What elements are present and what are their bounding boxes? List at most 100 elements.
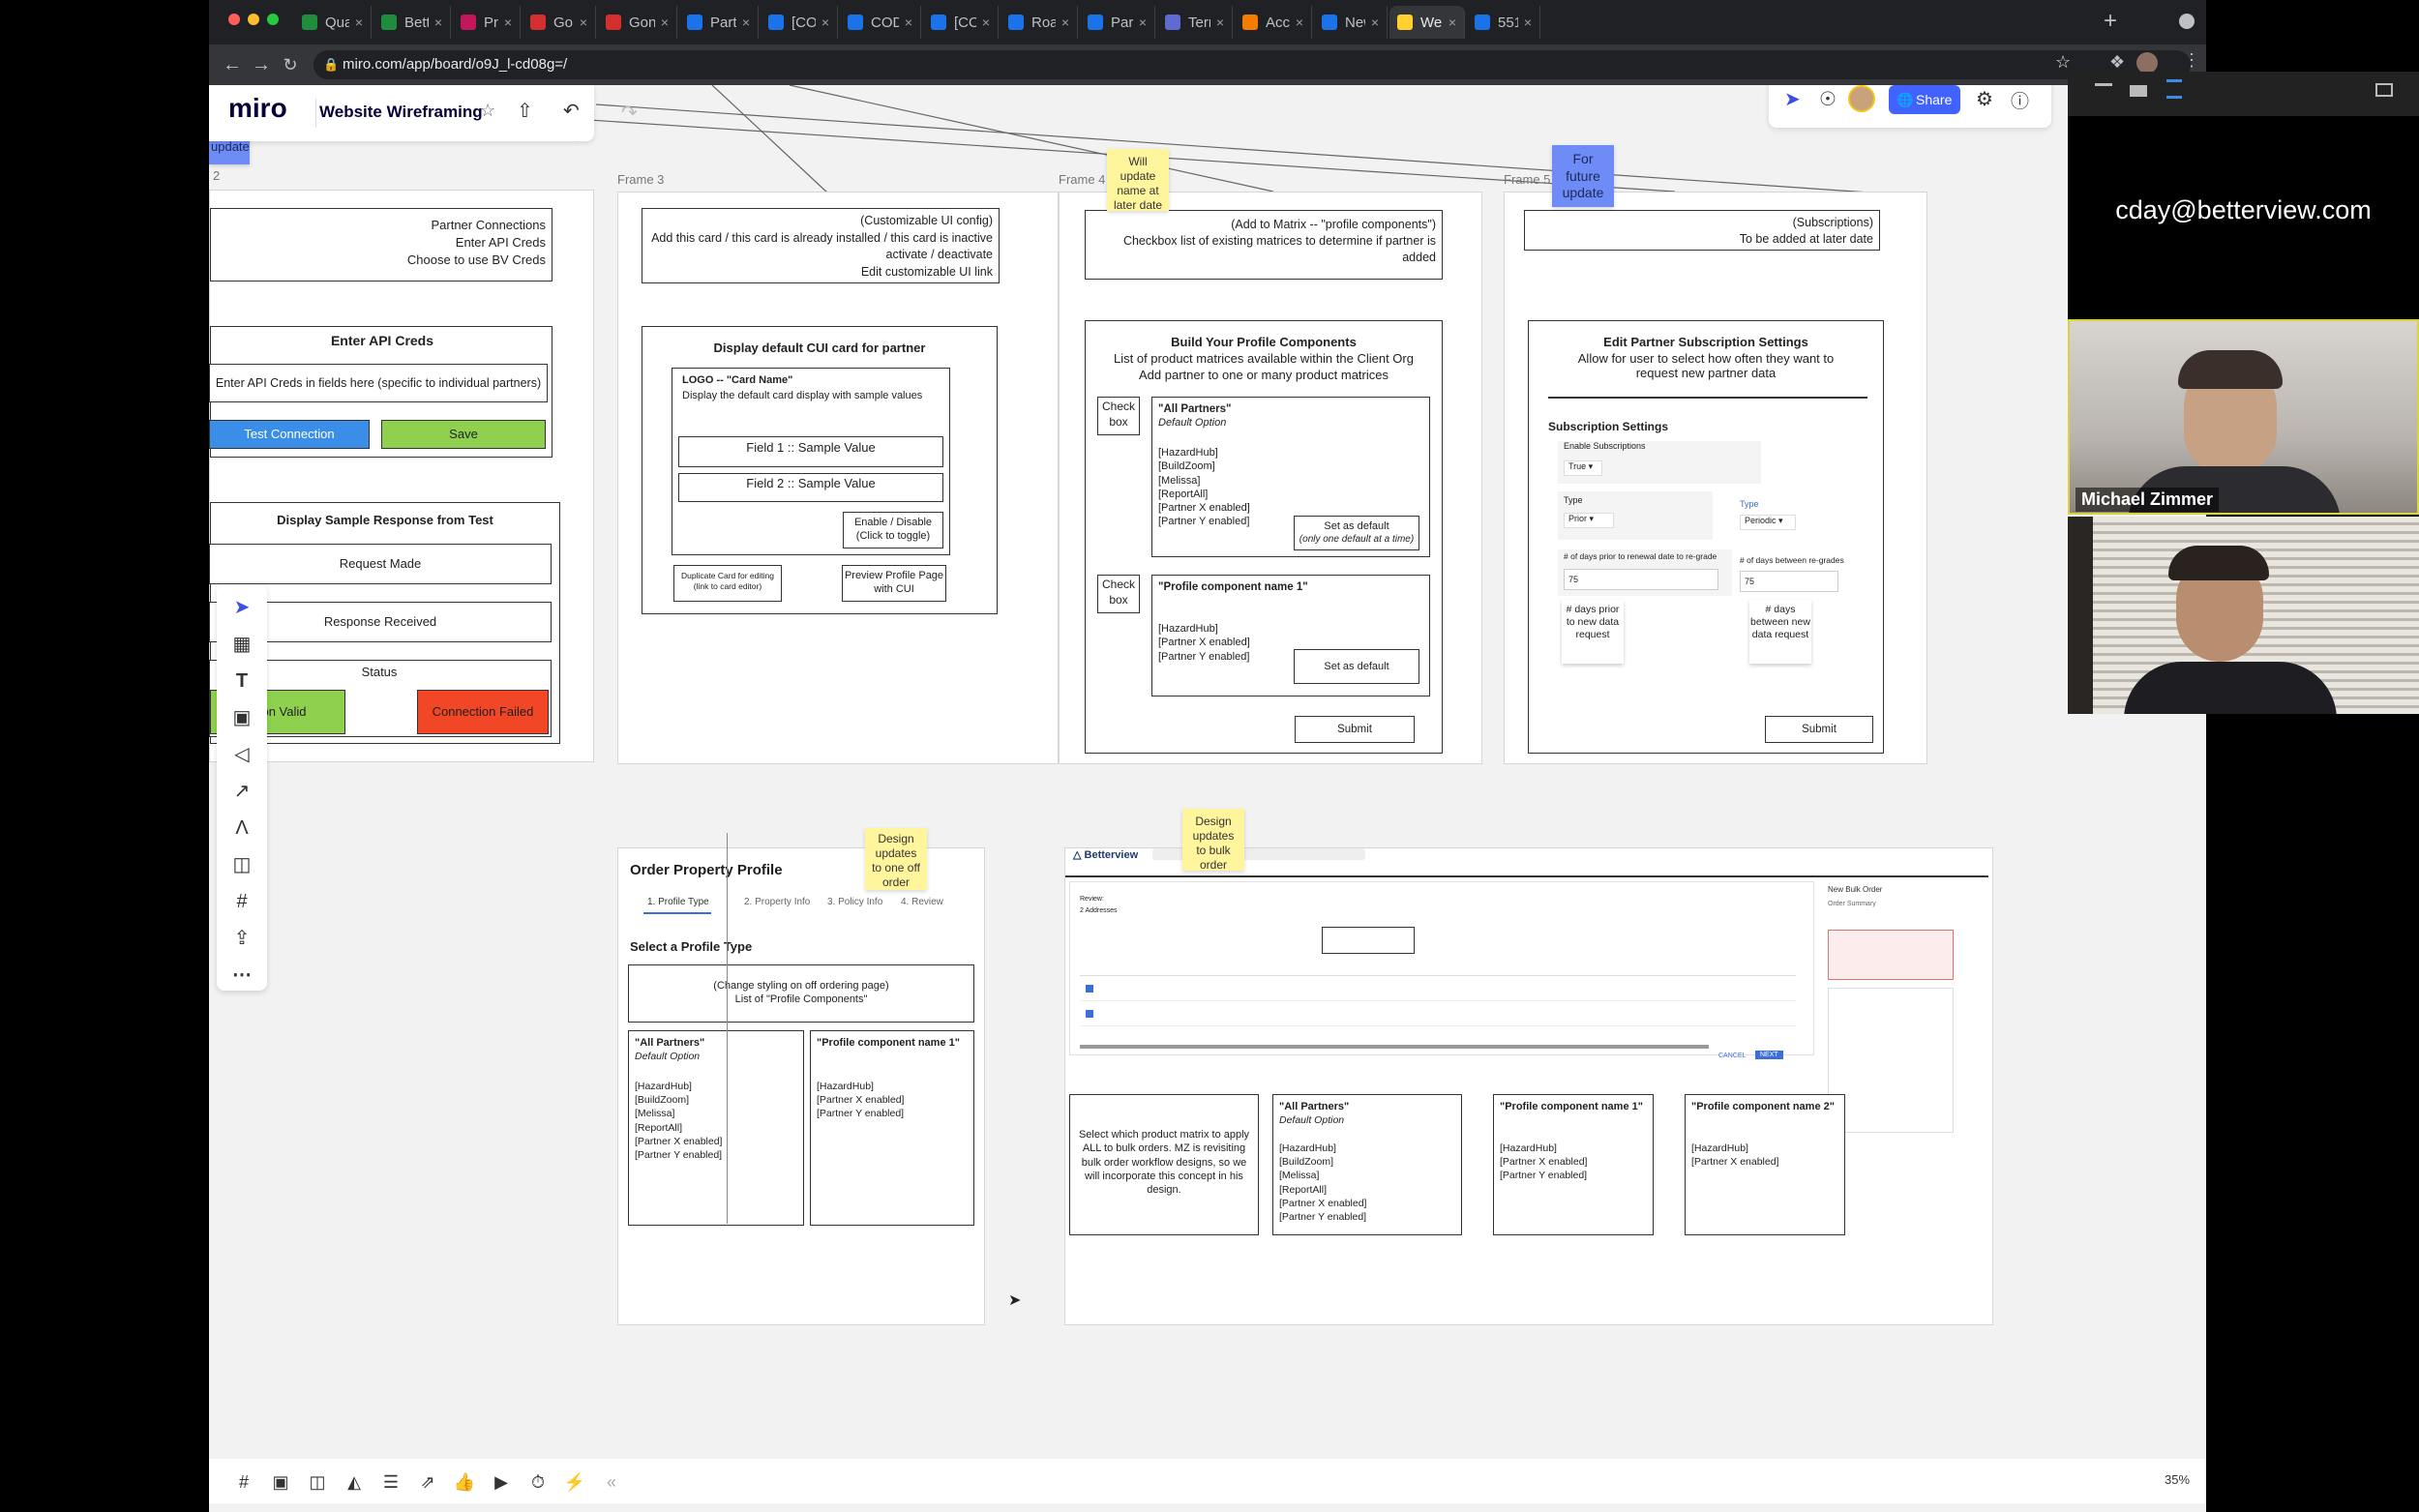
templates-icon[interactable]: ▦ (217, 627, 267, 662)
tab-policy-info[interactable]: 3. Policy Info (827, 897, 882, 907)
browser-tab[interactable]: Betterview× (373, 6, 451, 39)
design-bulk-order-sticky[interactable]: Design updates to bulk order (1182, 809, 1244, 872)
pen-tool-icon[interactable]: Λ (217, 811, 267, 845)
gallery-view-icon[interactable] (2375, 83, 2393, 97)
browser-tab[interactable]: PartnerHu× (679, 6, 759, 39)
board-title[interactable]: Website Wireframing (319, 103, 483, 122)
tab-close-icon[interactable]: × (429, 15, 442, 30)
tab-close-icon[interactable]: × (899, 15, 912, 30)
connection-failed-button[interactable]: Connection Failed (417, 690, 549, 734)
order-all-partners-card[interactable]: "All Partners" Default Option [HazardHub… (628, 1030, 804, 1226)
browser-tab[interactable]: PartnerHu× (1080, 6, 1155, 39)
address-field[interactable]: 🔒 miro.com/app/board/o9J_l-cd08g=/ (314, 50, 2191, 79)
tab-close-icon[interactable]: × (1290, 15, 1303, 30)
will-update-name-sticky[interactable]: Will update name at later date (1107, 149, 1169, 212)
browser-tab[interactable]: Projects -× (453, 6, 521, 39)
tab-close-icon[interactable]: × (1133, 15, 1147, 30)
enable-subs-select[interactable]: True ▾ (1564, 460, 1602, 476)
video-view-icon[interactable] (2130, 85, 2147, 97)
back-arrow-icon[interactable]: ← (219, 50, 246, 79)
help-icon[interactable]: ⓘ (2011, 87, 2029, 113)
type2-select[interactable]: Periodic ▾ (1740, 515, 1796, 530)
all-partners-checkbox[interactable]: Check box (1097, 397, 1140, 435)
comment-tool-icon[interactable]: ◫ (217, 847, 267, 882)
settings-sliders-icon[interactable]: ⚙ (1976, 87, 1993, 111)
browser-menu-icon[interactable]: ⋮ (2183, 50, 2200, 71)
tab-close-icon[interactable]: × (1365, 15, 1379, 30)
browser-tab[interactable]: Quarterly× (294, 6, 372, 39)
frame-4[interactable]: (Add to Matrix -- "profile components") … (1059, 192, 1482, 764)
tab-close-icon[interactable]: × (976, 15, 990, 30)
tab-close-icon[interactable]: × (349, 15, 363, 30)
collaborator-avatar[interactable] (1848, 85, 1875, 112)
sticky-note-icon[interactable]: ▣ (217, 700, 267, 735)
browser-tab[interactable]: CODE boa× (840, 6, 921, 39)
bulk-all-partners-card[interactable]: "All Partners" Default Option [HazardHub… (1272, 1094, 1462, 1235)
order-property-profile-frame[interactable]: Order Property Profile 1. Profile Type 2… (617, 833, 985, 1325)
submit-button[interactable]: Submit (1295, 716, 1415, 743)
api-creds-input[interactable]: Enter API Creds in fields here (specific… (209, 364, 548, 402)
new-tab-icon[interactable]: + (2104, 8, 2117, 35)
browser-tab[interactable]: Accurate× (1235, 6, 1312, 39)
browser-tab[interactable]: [CODE-25× (923, 6, 999, 39)
browser-tab[interactable]: Website W× (1389, 6, 1465, 39)
browser-tab[interactable]: Roadmap× (1000, 6, 1078, 39)
frame-3[interactable]: (Customizable UI config) Add this card /… (617, 192, 1059, 764)
bulk-order-frame[interactable]: △ Betterview Review: 2 Addresses CANCEL … (1064, 847, 1993, 1325)
bulk-component-2-card[interactable]: "Profile component name 2" [HazardHub] [P… (1685, 1094, 1845, 1235)
tab-close-icon[interactable]: × (498, 15, 512, 30)
minimize-window-dot[interactable] (248, 14, 259, 25)
redo-icon[interactable]: ↷ (621, 101, 638, 125)
miro-logo[interactable]: miro (228, 93, 287, 124)
component-1-checkbox[interactable]: Check box (1097, 575, 1140, 613)
reload-icon[interactable]: ↻ (277, 50, 304, 79)
tab-close-icon[interactable]: × (816, 15, 829, 30)
minimize-video-icon[interactable] (2095, 83, 2112, 86)
tab-close-icon[interactable]: × (1443, 15, 1456, 30)
extensions-icon[interactable]: ❖ (2109, 52, 2125, 73)
speaker-view-icon[interactable] (2166, 79, 2182, 99)
cards-icon[interactable]: ☰ (379, 1470, 403, 1494)
apps-icon[interactable]: ⚡ (563, 1470, 586, 1494)
order-component-1-card[interactable]: "Profile component name 1" [HazardHub] [P… (810, 1030, 974, 1226)
shape-tool-icon[interactable]: ◁ (217, 737, 267, 772)
tab-close-icon[interactable]: × (1210, 15, 1224, 30)
profile-avatar[interactable] (2136, 52, 2158, 74)
preview-profile-button[interactable]: Preview Profile Page with CUI (842, 565, 946, 602)
reactions-icon[interactable]: 👍 (453, 1470, 476, 1494)
type-select[interactable]: Prior ▾ (1564, 513, 1614, 528)
star-icon[interactable]: ☆ (480, 101, 495, 121)
tab-close-icon[interactable]: × (655, 15, 669, 30)
chat-icon[interactable]: ◭ (343, 1470, 366, 1494)
select-tool-icon[interactable]: ➤ (217, 590, 267, 625)
zoom-level[interactable]: 35% (2148, 1459, 2206, 1501)
days-between-input[interactable]: 75 (1740, 571, 1838, 592)
close-window-dot[interactable] (228, 14, 240, 25)
forward-arrow-icon[interactable]: → (248, 50, 275, 79)
more-tools-icon[interactable]: ⋯ (217, 958, 267, 993)
share-button[interactable]: 🌐 Share (1889, 85, 1960, 114)
browser-tab[interactable]: [CODE-23× (761, 6, 838, 39)
browser-tab[interactable]: 55104× (1467, 6, 1540, 39)
bookmark-star-icon[interactable]: ☆ (2055, 52, 2071, 73)
set-default-button[interactable]: Set as default (only one default at a ti… (1294, 516, 1419, 550)
bulk-cancel-link[interactable]: CANCEL (1718, 1052, 1746, 1059)
tab-close-icon[interactable]: × (1056, 15, 1069, 30)
collapse-icon[interactable]: « (600, 1470, 623, 1494)
browser-tab[interactable]: New Orde× (1314, 6, 1388, 39)
tab-profile-type[interactable]: 1. Profile Type (647, 897, 709, 907)
bulk-component-1-card[interactable]: "Profile component name 1" [HazardHub] [P… (1493, 1094, 1654, 1235)
tab-review[interactable]: 4. Review (901, 897, 943, 907)
timer-icon[interactable]: ⏱ (526, 1470, 550, 1494)
cursor-follow-icon[interactable]: ➤ (1784, 87, 1801, 111)
share-screen-icon[interactable]: ⇗ (416, 1470, 439, 1494)
frame-tool-icon[interactable]: # (217, 884, 267, 919)
upload-tool-icon[interactable]: ⇪ (217, 921, 267, 956)
browser-tab[interactable]: Gong | Ad× (598, 6, 677, 39)
video-call-icon[interactable]: ▶ (490, 1470, 513, 1494)
design-one-off-sticky[interactable]: Design updates to one off order (865, 828, 927, 890)
frame-5[interactable]: (Subscriptions) To be added at later dat… (1504, 192, 1927, 764)
duplicate-card-button[interactable]: Duplicate Card for editing (link to card… (673, 565, 782, 602)
browser-tab[interactable]: Terrene La× (1157, 6, 1233, 39)
bulk-matrix-selector-box[interactable] (1322, 927, 1415, 954)
